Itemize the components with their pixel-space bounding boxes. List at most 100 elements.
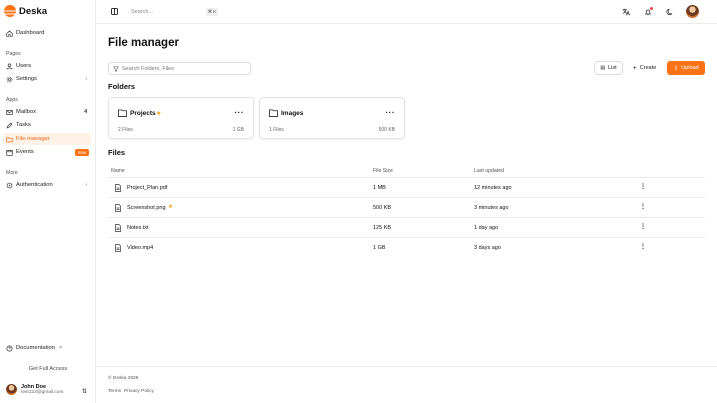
home-icon bbox=[6, 30, 13, 37]
gear-icon bbox=[6, 76, 13, 83]
folder-icon bbox=[6, 136, 13, 143]
brand-name: Deska bbox=[19, 5, 47, 17]
page-title: File manager bbox=[108, 37, 179, 49]
sidebar-item-label: Mailbox bbox=[16, 109, 36, 115]
sidebar-item-label: Settings bbox=[16, 76, 37, 82]
more-vertical-icon[interactable]: ⋮ bbox=[640, 183, 646, 190]
footer: © Deska 2026 Terms Privacy Policy bbox=[96, 366, 717, 403]
sidebar-item-events[interactable]: Events new bbox=[3, 146, 91, 158]
star-icon[interactable]: ★ bbox=[156, 110, 161, 117]
sidebar-item-tasks[interactable]: Tasks bbox=[3, 119, 91, 131]
documentation-link[interactable]: Documentation ↗ bbox=[3, 342, 91, 354]
column-name[interactable]: Name bbox=[111, 168, 125, 174]
user-icon bbox=[6, 63, 13, 70]
search-placeholder: Search... bbox=[131, 8, 154, 15]
user-profile[interactable]: John Doe test123@gmail.com bbox=[6, 384, 63, 395]
get-full-access-link[interactable]: Get Full Access bbox=[0, 366, 96, 372]
create-label: Create bbox=[639, 65, 657, 71]
sidebar-toggle-icon[interactable] bbox=[111, 8, 118, 15]
sidebar-item-dashboard[interactable]: Dashboard bbox=[3, 27, 91, 39]
file-updated: 3 days ago bbox=[474, 245, 501, 251]
folder-name: Projects bbox=[130, 110, 156, 117]
search-input[interactable]: Search... ⌘ K bbox=[125, 4, 221, 19]
privacy-link[interactable]: Privacy Policy bbox=[124, 389, 154, 394]
sidebar-item-file-manager[interactable]: File manager bbox=[3, 133, 91, 145]
plus-icon: + bbox=[632, 64, 637, 72]
folder-icon bbox=[118, 109, 127, 117]
new-badge: new bbox=[74, 148, 89, 156]
sidebar-item-users[interactable]: Users bbox=[3, 60, 91, 72]
table-row[interactable]: Project_Plan.pdf 1 MB 12 minutes ago ⋮ bbox=[108, 178, 705, 198]
terms-link[interactable]: Terms bbox=[108, 389, 121, 394]
bell-icon[interactable] bbox=[642, 6, 654, 18]
avatar bbox=[6, 384, 17, 395]
upload-label: Upload bbox=[681, 65, 699, 71]
folder-card[interactable]: Projects ★ ··· 2 Files 1 GB bbox=[108, 97, 254, 139]
copyright: © Deska 2026 bbox=[108, 376, 139, 381]
more-horizontal-icon[interactable]: ··· bbox=[386, 108, 396, 117]
translate-icon[interactable] bbox=[620, 6, 632, 18]
folder-size: 1 GB bbox=[232, 127, 244, 133]
file-icon bbox=[115, 184, 121, 192]
sidebar-item-label: File manager bbox=[16, 136, 50, 142]
file-icon bbox=[115, 224, 121, 232]
user-email: test123@gmail.com bbox=[21, 390, 64, 395]
file-size: 500 KB bbox=[373, 205, 392, 211]
file-updated: 3 minutes ago bbox=[474, 205, 509, 211]
upload-button[interactable]: ⇪ Upload bbox=[667, 61, 705, 75]
footer-links: Terms Privacy Policy bbox=[108, 389, 154, 394]
table-row[interactable]: Notes.txt 125 KB 1 day ago ⋮ bbox=[108, 218, 705, 238]
file-icon bbox=[115, 204, 121, 212]
sidebar-item-mailbox[interactable]: Mailbox 4 bbox=[3, 106, 91, 118]
table-row[interactable]: Screenshot.png ★ 500 KB 3 minutes ago ⋮ bbox=[108, 198, 705, 218]
folder-file-count: 2 Files bbox=[118, 127, 133, 133]
star-icon[interactable]: ★ bbox=[168, 204, 173, 210]
avatar[interactable] bbox=[686, 5, 699, 18]
mail-icon bbox=[6, 109, 13, 116]
calendar-icon bbox=[6, 149, 13, 156]
sidebar-item-label: Dashboard bbox=[16, 30, 45, 36]
file-name[interactable]: Notes.txt bbox=[127, 225, 149, 231]
swap-icon[interactable]: ⇅ bbox=[82, 388, 87, 395]
more-vertical-icon[interactable]: ⋮ bbox=[640, 223, 646, 230]
list-label: List bbox=[608, 65, 617, 71]
file-size: 1 GB bbox=[373, 245, 386, 251]
filter-placeholder: Search Folders, Files bbox=[122, 65, 174, 72]
folder-file-count: 1 Files bbox=[269, 127, 284, 133]
folder-icon bbox=[269, 109, 278, 117]
list-view-button[interactable]: ▤ List bbox=[594, 61, 623, 75]
shortcut-badge: ⌘ K bbox=[205, 8, 218, 16]
file-size: 125 KB bbox=[373, 225, 392, 231]
more-vertical-icon[interactable]: ⋮ bbox=[640, 203, 646, 210]
file-updated: 1 day ago bbox=[474, 225, 499, 231]
upload-icon: ⇪ bbox=[673, 65, 679, 72]
table-header: Name File Size Last updated bbox=[108, 164, 705, 178]
table-row[interactable]: Video.mp4 1 GB 3 days ago ⋮ bbox=[108, 238, 705, 258]
file-name[interactable]: Video.mp4 bbox=[127, 245, 153, 251]
create-button[interactable]: + Create bbox=[628, 61, 661, 75]
files-table: Name File Size Last updated Project_Plan… bbox=[108, 164, 705, 258]
brand[interactable]: Deska bbox=[4, 5, 47, 17]
sidebar-item-settings[interactable]: Settings › bbox=[3, 73, 91, 85]
column-size[interactable]: File Size bbox=[373, 168, 393, 174]
more-horizontal-icon[interactable]: ··· bbox=[235, 108, 245, 117]
column-updated[interactable]: Last updated bbox=[474, 168, 504, 174]
chevron-right-icon: › bbox=[85, 182, 87, 188]
top-actions bbox=[620, 5, 699, 18]
sidebar-item-label: Events bbox=[16, 149, 34, 155]
sidebar-item-label: Tasks bbox=[16, 122, 31, 128]
section-label-pages: Pages bbox=[6, 51, 21, 57]
chevron-right-icon: › bbox=[85, 76, 87, 82]
folder-file-search-input[interactable]: Search Folders, Files bbox=[108, 62, 251, 75]
notification-dot bbox=[650, 6, 653, 10]
file-size: 1 MB bbox=[373, 185, 386, 191]
file-name[interactable]: Screenshot.png bbox=[127, 205, 166, 211]
sidebar: Deska Dashboard Pages Users Settings › A… bbox=[0, 0, 96, 403]
folder-name: Images bbox=[281, 110, 304, 117]
file-name[interactable]: Project_Plan.pdf bbox=[127, 185, 167, 191]
folder-card[interactable]: Images ··· 1 Files 500 KB bbox=[259, 97, 405, 139]
moon-icon[interactable] bbox=[664, 6, 676, 18]
more-vertical-icon[interactable]: ⋮ bbox=[640, 243, 646, 250]
file-icon bbox=[115, 244, 121, 252]
sidebar-item-authentication[interactable]: Authentication › bbox=[3, 179, 91, 191]
